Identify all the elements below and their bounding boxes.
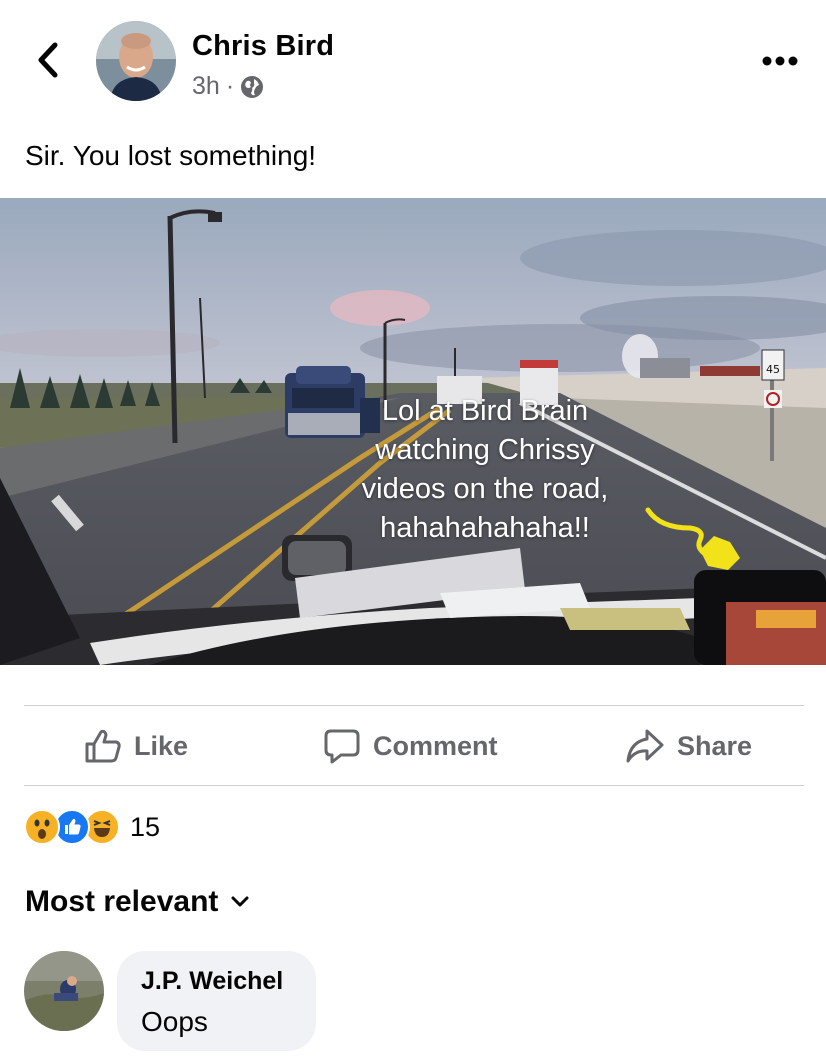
reaction-count: 15 <box>130 811 161 842</box>
author-avatar[interactable] <box>96 21 176 101</box>
globe-icon <box>241 75 264 98</box>
share-button[interactable]: Share <box>625 706 752 786</box>
post-time[interactable]: 3h <box>192 72 220 101</box>
wow-reaction-icon <box>24 809 60 845</box>
post-meta: 3h · <box>192 72 264 101</box>
share-label: Share <box>677 730 753 761</box>
meta-separator: · <box>225 72 235 100</box>
post-text: Sir. You lost something! <box>25 140 317 171</box>
comment-bubble-icon <box>324 729 360 764</box>
comment-author[interactable]: J.P. Weichel <box>141 967 283 996</box>
like-button[interactable]: Like <box>84 706 188 786</box>
chevron-down-icon <box>231 896 249 907</box>
more-options-button[interactable] <box>758 44 802 78</box>
more-dots-icon <box>762 56 798 66</box>
author-name[interactable]: Chris Bird <box>192 30 334 63</box>
like-label: Like <box>134 730 189 761</box>
thumbs-up-icon <box>85 729 121 763</box>
post-actions-bar: Like Comment Share <box>24 706 804 786</box>
commenter-avatar[interactable] <box>24 951 104 1031</box>
comment-label: Comment <box>373 730 498 761</box>
speed-sign-value: 45 <box>766 363 780 376</box>
reactions-summary[interactable]: 15 <box>24 809 161 845</box>
comment-text: Oops <box>141 1006 208 1037</box>
comment-bubble[interactable]: J.P. Weichel Oops <box>117 951 316 1051</box>
share-arrow-icon <box>626 729 664 763</box>
back-button[interactable] <box>28 40 68 80</box>
sort-label: Most relevant <box>25 885 219 918</box>
image-caption-overlay: Lol at Bird Brain watching Chrissy video… <box>361 395 609 544</box>
comment-sort-dropdown[interactable]: Most relevant <box>25 885 250 919</box>
comment-button[interactable]: Comment <box>323 706 498 786</box>
chevron-left-icon <box>38 42 58 78</box>
actions-bottom-divider <box>24 785 804 786</box>
